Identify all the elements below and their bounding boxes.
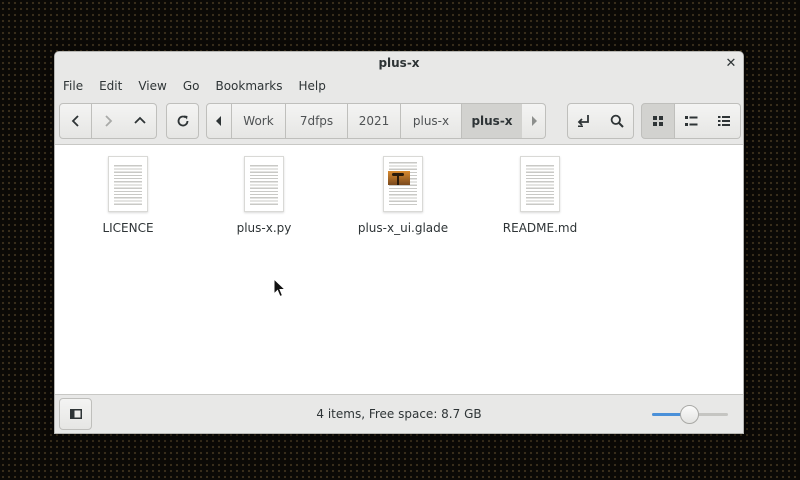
breadcrumb-work[interactable]: Work <box>232 103 286 139</box>
window-title: plus-x <box>378 56 420 70</box>
breadcrumb-label: 7dfps <box>299 114 334 128</box>
parent-folder-button[interactable] <box>123 103 157 139</box>
file-item-plus-x-ui-glade[interactable]: plus-x_ui.glade <box>338 156 468 235</box>
breadcrumb-plus-x-current[interactable]: plus-x <box>462 103 523 139</box>
file-name: README.md <box>502 221 578 235</box>
view-options-icon <box>717 116 730 126</box>
file-name: LICENCE <box>102 221 154 235</box>
toolbar: Work 7dfps 2021 plus-x plus-x <box>55 98 743 145</box>
menu-file[interactable]: File <box>55 74 91 98</box>
triangle-right-icon <box>531 116 537 126</box>
status-text: 4 items, Free space: 8.7 GB <box>316 407 482 421</box>
file-item-licence[interactable]: LICENCE <box>63 156 193 235</box>
view-options-button[interactable] <box>707 103 741 139</box>
breadcrumb-label: plus-x <box>471 114 513 128</box>
zoom-slider[interactable] <box>652 405 728 424</box>
titlebar[interactable]: plus-x ✕ <box>55 52 743 74</box>
mouse-pointer-icon <box>273 278 286 298</box>
menu-go[interactable]: Go <box>175 74 208 98</box>
grid-view-icon <box>653 116 663 126</box>
statusbar: 4 items, Free space: 8.7 GB <box>55 394 743 433</box>
text-document-icon <box>108 156 148 212</box>
breadcrumb-2021[interactable]: 2021 <box>348 103 401 139</box>
back-button[interactable] <box>59 103 92 139</box>
menu-help[interactable]: Help <box>291 74 334 98</box>
breadcrumb-7dfps[interactable]: 7dfps <box>286 103 348 139</box>
chevron-right-icon <box>104 115 112 127</box>
breadcrumb-label: 2021 <box>358 114 390 128</box>
breadcrumb-label: Work <box>243 114 274 128</box>
breadcrumb-label: plus-x <box>412 114 450 128</box>
text-document-icon <box>520 156 560 212</box>
chevron-up-icon <box>133 116 146 124</box>
file-item-readme-md[interactable]: README.md <box>475 156 605 235</box>
grid-view-button[interactable] <box>641 103 675 139</box>
menu-bookmarks[interactable]: Bookmarks <box>207 74 290 98</box>
file-manager-window: plus-x ✕ File Edit View Go Bookmarks Hel… <box>54 51 744 434</box>
path-scroll-left-button[interactable] <box>206 103 232 139</box>
text-document-icon <box>244 156 284 212</box>
image-preview-icon <box>383 156 423 212</box>
menubar: File Edit View Go Bookmarks Help <box>55 74 743 98</box>
file-item-plus-x-py[interactable]: plus-x.py <box>199 156 329 235</box>
enter-location-icon <box>577 115 589 127</box>
triangle-left-icon <box>216 116 221 126</box>
reload-button[interactable] <box>166 103 199 139</box>
forward-button[interactable] <box>92 103 124 139</box>
menu-view[interactable]: View <box>130 74 174 98</box>
file-grid[interactable]: LICENCE plus-x.py plus-x_ui.glade README… <box>55 146 743 395</box>
location-button[interactable] <box>567 103 601 139</box>
reload-icon <box>177 115 188 127</box>
breadcrumb-plus-x-parent[interactable]: plus-x <box>401 103 462 139</box>
list-view-button[interactable] <box>675 103 708 139</box>
chevron-left-icon <box>71 115 79 127</box>
path-scroll-right-button[interactable] <box>522 103 546 139</box>
file-name: plus-x_ui.glade <box>357 221 449 235</box>
menu-edit[interactable]: Edit <box>91 74 130 98</box>
search-icon <box>610 114 624 128</box>
list-view-icon <box>685 116 698 126</box>
search-button[interactable] <box>600 103 634 139</box>
file-name: plus-x.py <box>236 221 292 235</box>
close-icon[interactable]: ✕ <box>723 55 739 71</box>
zoom-slider-handle[interactable] <box>680 405 699 424</box>
